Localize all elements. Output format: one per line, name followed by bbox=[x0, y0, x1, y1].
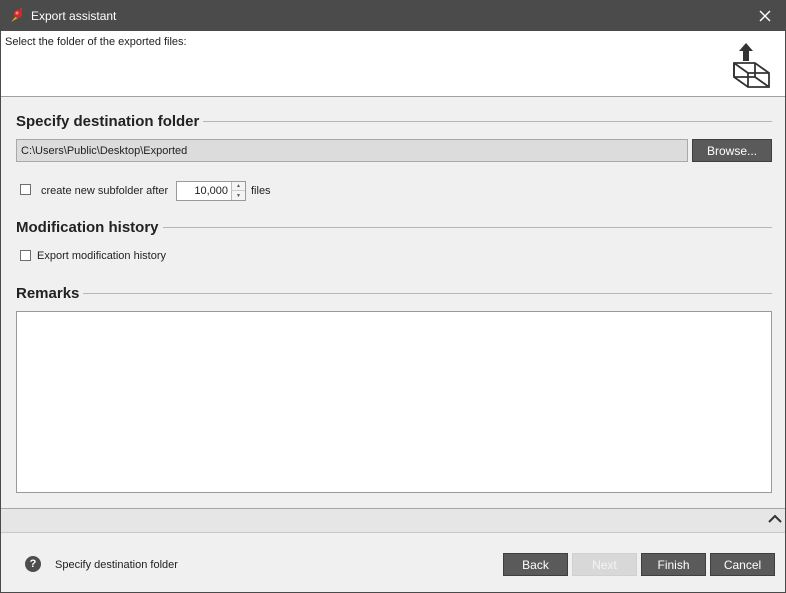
back-button[interactable]: Back bbox=[503, 553, 568, 576]
status-text: Specify destination folder bbox=[55, 559, 178, 571]
header-instruction: Select the folder of the exported files: bbox=[5, 36, 187, 48]
subfolder-checkbox[interactable] bbox=[20, 184, 31, 195]
export-assistant-window: Export assistant Select the folder of th… bbox=[0, 0, 786, 593]
details-collapse-bar[interactable] bbox=[1, 508, 785, 533]
section-divider bbox=[82, 293, 772, 294]
next-button[interactable]: Next bbox=[572, 553, 637, 576]
wizard-header: Select the folder of the exported files: bbox=[1, 31, 785, 97]
subfolder-suffix: files bbox=[251, 185, 271, 197]
app-logo-icon bbox=[11, 8, 22, 22]
subfolder-count-spinner[interactable]: 10,000 ▲ ▼ bbox=[176, 181, 246, 201]
close-button[interactable] bbox=[745, 1, 785, 31]
spin-down-icon[interactable]: ▼ bbox=[231, 191, 245, 200]
close-icon bbox=[759, 10, 771, 22]
title-bar: Export assistant bbox=[1, 1, 785, 31]
cancel-button[interactable]: Cancel bbox=[710, 553, 775, 576]
destination-path-field[interactable] bbox=[16, 139, 688, 162]
window-title: Export assistant bbox=[31, 9, 117, 23]
spin-up-icon[interactable]: ▲ bbox=[231, 182, 245, 191]
chevron-up-icon[interactable] bbox=[767, 511, 783, 527]
remarks-textarea[interactable] bbox=[16, 311, 772, 493]
export-history-checkbox[interactable] bbox=[20, 250, 31, 261]
box-upload-icon bbox=[733, 43, 770, 88]
remarks-section-title: Remarks bbox=[16, 285, 84, 302]
section-divider bbox=[160, 227, 772, 228]
export-history-label: Export modification history bbox=[37, 250, 166, 262]
finish-button[interactable]: Finish bbox=[641, 553, 706, 576]
subfolder-label: create new subfolder after bbox=[41, 185, 169, 197]
browse-button[interactable]: Browse... bbox=[692, 139, 772, 162]
subfolder-count-value[interactable]: 10,000 bbox=[194, 185, 228, 197]
destination-section-title: Specify destination folder bbox=[16, 113, 204, 130]
question-circle-icon[interactable]: ? bbox=[25, 556, 41, 572]
section-divider bbox=[201, 121, 772, 122]
modification-section-title: Modification history bbox=[16, 219, 163, 236]
